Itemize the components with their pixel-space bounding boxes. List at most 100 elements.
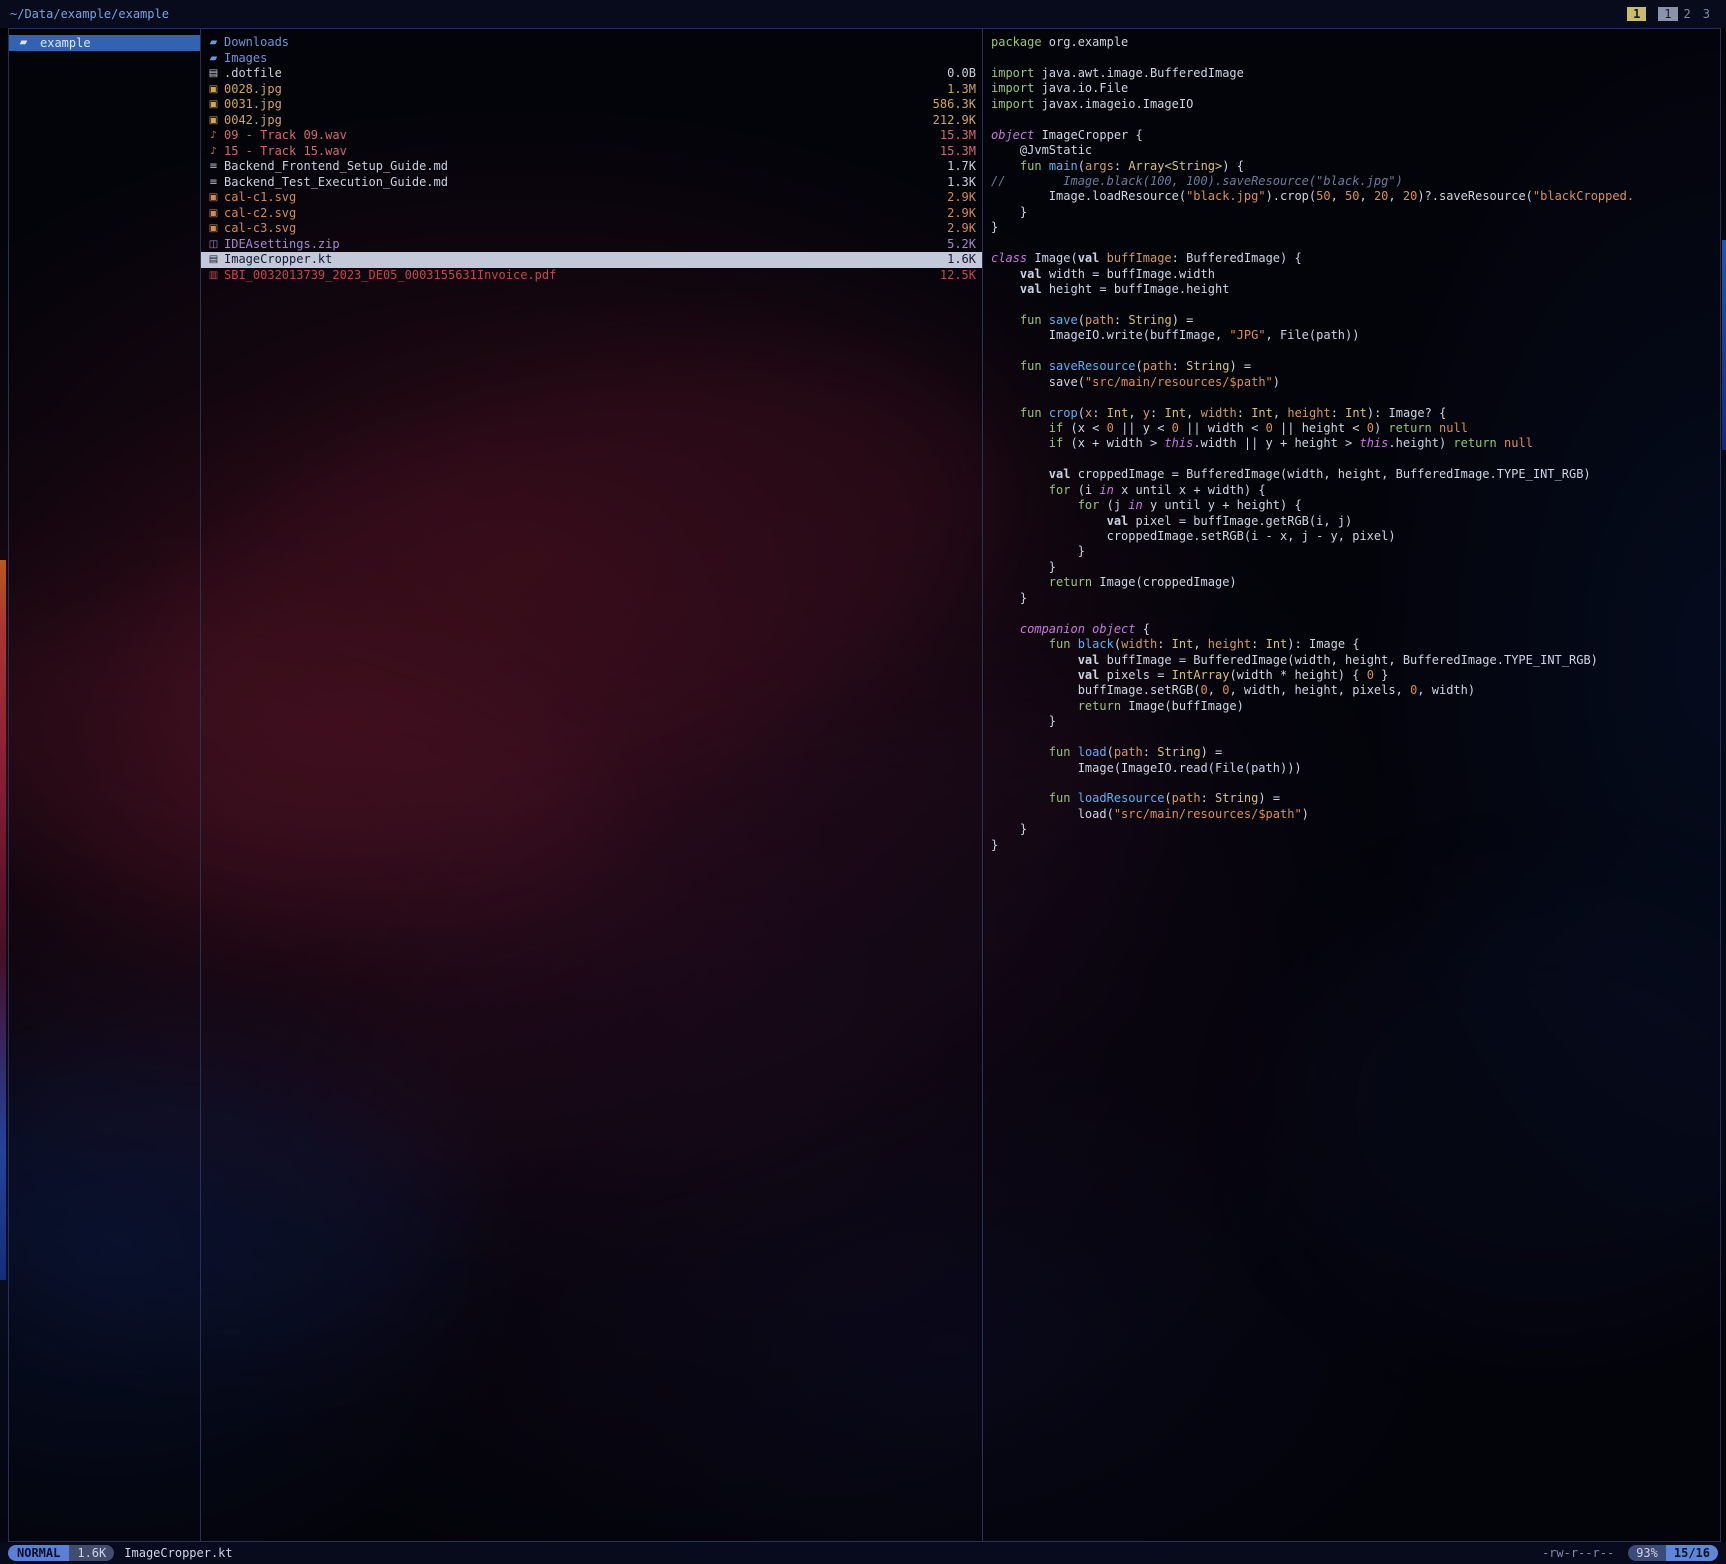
file-name: 09 - Track 09.wav bbox=[224, 128, 932, 144]
file-row[interactable]: ▣cal-c1.svg2.9K bbox=[201, 190, 982, 206]
tab-count-badge: 1 bbox=[1627, 7, 1646, 21]
code-token: , bbox=[1273, 406, 1287, 420]
code-token: } bbox=[991, 544, 1085, 558]
code-line: import java.io.File bbox=[991, 81, 1720, 96]
code-token bbox=[991, 791, 1049, 805]
file-size: 586.3K bbox=[933, 97, 976, 113]
code-line: companion object { bbox=[991, 622, 1720, 637]
file-size: 15.3M bbox=[940, 128, 976, 144]
code-token: fun bbox=[1020, 359, 1042, 373]
code-token: null bbox=[1504, 436, 1533, 450]
image-icon: ▣ bbox=[205, 190, 222, 206]
code-token: (i bbox=[1070, 483, 1099, 497]
tab-2[interactable]: 2 bbox=[1678, 7, 1697, 21]
code-token: IntArray bbox=[1172, 668, 1230, 682]
file-row[interactable]: ≡Backend_Frontend_Setup_Guide.md1.7K bbox=[201, 159, 982, 175]
tab-1[interactable]: 1 bbox=[1658, 7, 1677, 21]
code-line: fun saveResource(path: String) = bbox=[991, 359, 1720, 374]
code-token: ( bbox=[1136, 359, 1143, 373]
code-token: ) = bbox=[1229, 359, 1251, 373]
code-token: (j bbox=[1099, 498, 1128, 512]
code-token: "JPG" bbox=[1229, 328, 1265, 342]
code-token: Image(buffImage) bbox=[1121, 699, 1244, 713]
code-token: this bbox=[1164, 436, 1193, 450]
code-line bbox=[991, 730, 1720, 745]
status-bar: NORMAL 1.6K ImageCropper.kt -rw-r--r-- 9… bbox=[0, 1542, 1726, 1564]
file-row[interactable]: ▤.dotfile0.0B bbox=[201, 66, 982, 82]
code-token: val bbox=[1020, 282, 1042, 296]
file-size: 1.3K bbox=[947, 175, 976, 191]
code-token: : bbox=[1114, 313, 1128, 327]
code-token: in bbox=[1099, 483, 1113, 497]
code-line bbox=[991, 776, 1720, 791]
code-token: , bbox=[1360, 189, 1374, 203]
code-token: val bbox=[1078, 653, 1100, 667]
file-name: Downloads bbox=[224, 35, 968, 51]
file-row[interactable]: ▤ImageCropper.kt1.6K bbox=[201, 252, 982, 268]
code-token: null bbox=[1439, 421, 1468, 435]
file-name: cal-c3.svg bbox=[224, 221, 939, 237]
file-row[interactable]: ▣0042.jpg212.9K bbox=[201, 113, 982, 129]
code-token: fun bbox=[1049, 637, 1071, 651]
code-line bbox=[991, 390, 1720, 405]
code-token: org.example bbox=[1042, 35, 1129, 49]
file-icon: ▤ bbox=[205, 66, 222, 82]
file-row[interactable]: ▰Downloads bbox=[201, 35, 982, 51]
code-line: val pixels = IntArray(width * height) { … bbox=[991, 668, 1720, 683]
code-line: fun loadResource(path: String) = bbox=[991, 791, 1720, 806]
code-token: fun bbox=[1049, 791, 1071, 805]
file-row[interactable]: ▣cal-c3.svg2.9K bbox=[201, 221, 982, 237]
code-token: ): Image { bbox=[1287, 637, 1359, 651]
code-token: String bbox=[1186, 359, 1229, 373]
code-token bbox=[991, 313, 1020, 327]
tab-3[interactable]: 3 bbox=[1697, 7, 1716, 21]
file-row[interactable]: ♪09 - Track 09.wav15.3M bbox=[201, 128, 982, 144]
code-token: Image( bbox=[1027, 251, 1078, 265]
code-token: } bbox=[991, 822, 1027, 836]
code-line: } bbox=[991, 714, 1720, 729]
file-row[interactable]: ▰Images bbox=[201, 51, 982, 67]
file-name: 0042.jpg bbox=[224, 113, 925, 129]
code-token: "black.jpg" bbox=[1186, 189, 1265, 203]
file-row[interactable]: ◫IDEAsettings.zip5.2K bbox=[201, 237, 982, 253]
code-token: ( bbox=[1164, 791, 1171, 805]
file-row[interactable]: ♪15 - Track 15.wav15.3M bbox=[201, 144, 982, 160]
file-name: ImageCropper.kt bbox=[224, 252, 939, 268]
code-token bbox=[991, 668, 1078, 682]
code-token: , bbox=[1193, 637, 1207, 651]
file-row[interactable]: ▣cal-c2.svg2.9K bbox=[201, 206, 982, 222]
code-token: ( bbox=[1078, 313, 1085, 327]
code-token: .width || y + height > bbox=[1193, 436, 1359, 450]
file-name: .dotfile bbox=[224, 66, 939, 82]
file-row[interactable]: ▣0031.jpg586.3K bbox=[201, 97, 982, 113]
code-token: 0 bbox=[1266, 421, 1273, 435]
code-token: return bbox=[1388, 421, 1431, 435]
code-token: || height < bbox=[1273, 421, 1367, 435]
file-row[interactable]: ▥SBI_0032013739_2023_DE05_0003155631Invo… bbox=[201, 268, 982, 284]
image-icon: ▣ bbox=[205, 206, 222, 222]
code-token: fun bbox=[1020, 159, 1042, 173]
code-token: .height) bbox=[1388, 436, 1453, 450]
code-token: path bbox=[1114, 745, 1143, 759]
code-token: 0 bbox=[1201, 683, 1208, 697]
code-token: "src/main/resources/$path" bbox=[1085, 375, 1273, 389]
preview-pane: package org.example import java.awt.imag… bbox=[983, 29, 1720, 1541]
file-name: cal-c2.svg bbox=[224, 206, 939, 222]
code-token: "src/main/resources/$path" bbox=[1114, 807, 1302, 821]
code-token: path bbox=[1085, 313, 1114, 327]
code-token: path bbox=[1143, 359, 1172, 373]
file-size: 1.3M bbox=[947, 82, 976, 98]
code-token: : bbox=[1172, 359, 1186, 373]
file-name: IDEAsettings.zip bbox=[224, 237, 939, 253]
code-token: companion object bbox=[991, 622, 1136, 636]
parent-dir-item[interactable]: ▰example bbox=[9, 35, 200, 51]
code-line: class Image(val buffImage: BufferedImage… bbox=[991, 251, 1720, 266]
code-token bbox=[1042, 406, 1049, 420]
code-token: load bbox=[1078, 745, 1107, 759]
code-token: } bbox=[991, 591, 1027, 605]
code-token bbox=[991, 637, 1049, 651]
file-row[interactable]: ≡Backend_Test_Execution_Guide.md1.3K bbox=[201, 175, 982, 191]
code-token: ): Image? { bbox=[1367, 406, 1446, 420]
file-row[interactable]: ▣0028.jpg1.3M bbox=[201, 82, 982, 98]
code-line: fun save(path: String) = bbox=[991, 313, 1720, 328]
